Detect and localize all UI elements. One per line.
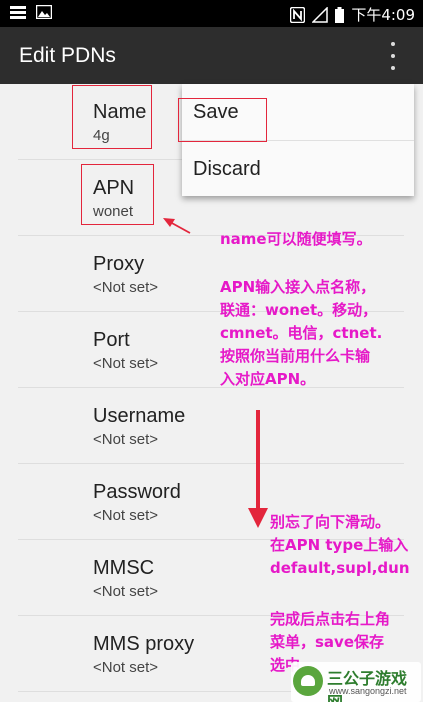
- watermark-logo-icon: [293, 666, 323, 696]
- watermark: 三公子游戏网 www.sangongzi.net: [291, 662, 421, 702]
- annotation-apn-note: APN输入接入点名称， 联通：wonet。移动， cmnet。电信，ctnet.…: [220, 278, 383, 388]
- annotation-name-note: name可以随便填写。: [220, 230, 372, 248]
- annotation-scroll-note: 别忘了向下滑动。 在APN type上输入 default,supl,dun: [270, 513, 410, 577]
- watermark-name: 三公子游戏网: [327, 669, 408, 702]
- arrow-to-apn: [163, 218, 191, 234]
- watermark-url: www.sangongzi.net: [329, 686, 407, 696]
- scroll-down-arrow: [248, 410, 268, 528]
